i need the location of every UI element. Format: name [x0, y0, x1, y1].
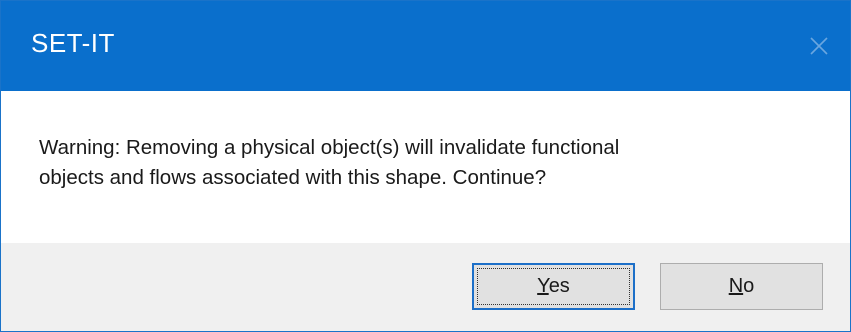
no-mnemonic: N — [728, 275, 744, 297]
close-button[interactable] — [802, 29, 836, 63]
button-bar: Yes No — [1, 243, 850, 331]
title-bar[interactable]: SET-IT — [1, 1, 850, 91]
dialog-window: SET-IT Warning: Removing a physical obje… — [0, 0, 851, 332]
dialog-content: Warning: Removing a physical object(s) w… — [1, 91, 850, 243]
warning-message: Warning: Removing a physical object(s) w… — [39, 133, 819, 193]
no-button-label: No — [729, 275, 755, 298]
warning-message-line-2: objects and flows associated with this s… — [39, 166, 547, 189]
focus-ring — [477, 268, 630, 305]
no-button[interactable]: No — [660, 263, 823, 310]
yes-button[interactable]: Yes — [472, 263, 635, 310]
window-title: SET-IT — [31, 28, 115, 58]
warning-message-line-1: Warning: Removing a physical object(s) w… — [39, 136, 620, 159]
no-label-rest: o — [743, 275, 755, 297]
close-icon — [810, 37, 828, 55]
